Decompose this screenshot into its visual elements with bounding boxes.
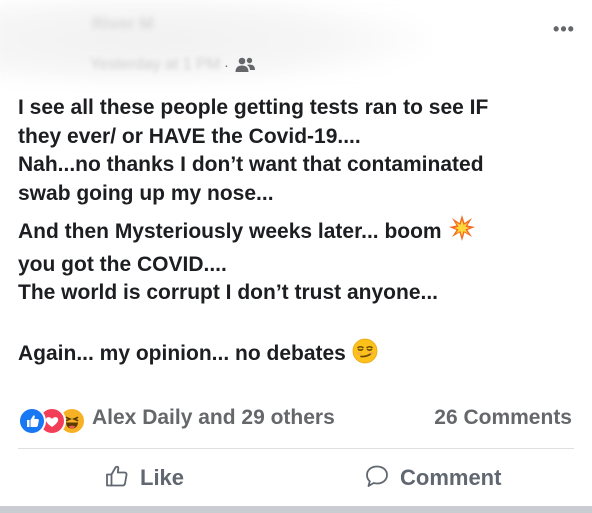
facebook-post: River M Yesterday at 1 PM · ••• I see al… [0, 0, 592, 513]
post-line: they ever/ or HAVE the Covid-19.... [18, 124, 361, 148]
feed-separator [0, 506, 592, 513]
author-name[interactable]: River M [92, 14, 153, 34]
divider [18, 448, 574, 449]
post-line: Again... my opinion... no debates [18, 341, 346, 365]
post-meta: Yesterday at 1 PM · [90, 52, 256, 78]
like-reaction-icon [18, 407, 46, 435]
reaction-icons[interactable] [18, 407, 88, 435]
post-actions: Like Comment [0, 452, 592, 506]
comment-label: Comment [400, 465, 502, 490]
post-body: I see all these people getting tests ran… [18, 94, 583, 372]
comment-bubble-icon [364, 463, 390, 494]
collision-emoji [448, 214, 476, 251]
post-line: And then Mysteriously weeks later... boo… [18, 220, 442, 243]
post-line-with-emoji: And then Mysteriously weeks later... boo… [18, 214, 583, 251]
meta-separator: · [224, 57, 229, 73]
post-line-with-emoji: Again... my opinion... no debates [18, 338, 583, 373]
post-header: River M Yesterday at 1 PM · ••• [0, 0, 592, 90]
reactors-summary[interactable]: Alex Daily and 29 others [92, 406, 335, 430]
more-options-button[interactable]: ••• [550, 18, 578, 40]
post-line: you got the COVID.... [18, 252, 227, 276]
like-button[interactable]: Like [104, 458, 184, 498]
reactions-row: Alex Daily and 29 others 26 Comments [18, 402, 578, 436]
comments-count[interactable]: 26 Comments [434, 406, 572, 430]
comment-button[interactable]: Comment [364, 458, 501, 498]
thumbs-up-icon [104, 463, 130, 494]
friends-icon[interactable] [234, 56, 256, 74]
post-timestamp[interactable]: Yesterday at 1 PM [90, 56, 220, 74]
post-line: swab going up my nose... [18, 181, 274, 205]
like-label: Like [140, 465, 185, 490]
post-line: The world is corrupt I don’t trust anyon… [18, 281, 439, 304]
post-line: I see all these people getting tests ran… [18, 96, 489, 119]
smirking-face-emoji [352, 338, 378, 373]
post-line: Nah...no thanks I don’t want that contam… [18, 153, 484, 176]
